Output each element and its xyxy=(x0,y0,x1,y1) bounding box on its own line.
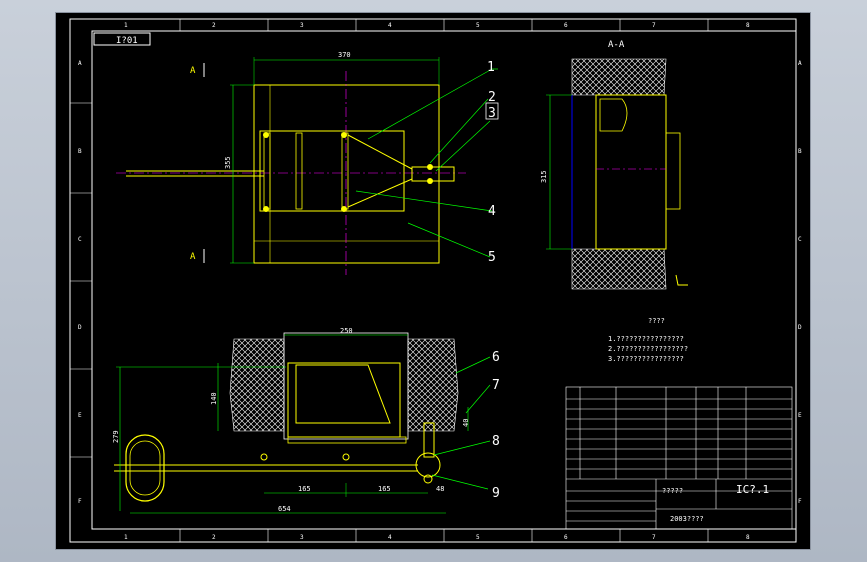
zone-b5: 5 xyxy=(476,534,480,541)
balloons-top: 1 2 3 4 5 xyxy=(485,60,499,265)
zone-f: F xyxy=(78,498,82,505)
note-3: 3.???????????????? xyxy=(608,355,684,363)
zone-b7: 7 xyxy=(652,534,656,541)
zone-b2: 2 xyxy=(212,534,216,541)
technical-notes: ???? 1.???????????????? 2.??????????????… xyxy=(608,317,688,363)
balloon-6: 6 xyxy=(492,350,500,365)
outer-border xyxy=(69,18,797,543)
dim-165-left: 165 xyxy=(298,485,311,493)
dim-140: 140 xyxy=(210,392,218,405)
title-block-text: IC?.1 2003???? ????? xyxy=(662,483,769,523)
weld-symbol xyxy=(675,274,688,286)
zone-b8: 8 xyxy=(746,534,750,541)
zone-5: 5 xyxy=(476,22,480,29)
zone-3: 3 xyxy=(300,22,304,29)
top-view: A A 370 355 xyxy=(116,51,466,275)
zone-8: 8 xyxy=(746,22,750,29)
wall-hatch-right xyxy=(407,338,459,432)
zone-rf: F xyxy=(798,498,802,505)
dim-165-right: 165 xyxy=(378,485,391,493)
zone-rd: D xyxy=(798,324,802,331)
dim-370: 370 xyxy=(338,51,351,59)
zone-2: 2 xyxy=(212,22,216,29)
bin xyxy=(287,362,401,438)
zone-rb: B xyxy=(798,148,802,155)
dim-315: 315 xyxy=(540,170,548,183)
frame-outline xyxy=(253,84,440,264)
border-grid-top xyxy=(70,19,709,542)
zone-6: 6 xyxy=(564,22,568,29)
wall-hatch-top xyxy=(571,58,667,96)
balloon-5: 5 xyxy=(488,250,496,265)
dim-355: 355 xyxy=(224,156,232,169)
duct-profile xyxy=(595,94,667,250)
wall-hatch-left xyxy=(229,338,285,432)
zone-d: D xyxy=(78,324,82,331)
balloon-4: 4 xyxy=(488,204,496,219)
dim-250: 250 xyxy=(340,327,353,335)
pull-frame xyxy=(259,130,405,212)
section-label-a-bottom: A xyxy=(190,252,196,262)
zone-7: 7 xyxy=(652,22,656,29)
balloon-9: 9 xyxy=(492,486,500,501)
note-1: 1.???????????????? xyxy=(608,335,684,343)
drawing-sheet: 1 2 3 4 5 6 7 8 1 2 3 4 5 6 7 8 A B C D … xyxy=(69,18,802,543)
section-aa-view: A-A 315 xyxy=(540,40,688,290)
note-2: 2.????????????????? xyxy=(608,345,688,353)
leaders-top xyxy=(355,68,498,258)
wall-hatch-bottom xyxy=(571,248,667,290)
balloon-8: 8 xyxy=(492,434,500,449)
notes-title: ???? xyxy=(648,317,665,325)
title-block xyxy=(565,386,793,530)
balloon-3: 3 xyxy=(488,106,496,121)
zone-b1: 1 xyxy=(124,534,128,541)
dim-40: 40 xyxy=(462,419,470,427)
zone-c: C xyxy=(78,236,82,243)
zone-e: E xyxy=(78,412,82,419)
zone-1: 1 xyxy=(124,22,128,29)
zone-b4: 4 xyxy=(388,534,392,541)
zone-ra: A xyxy=(798,60,802,67)
balloons-front: 6 7 8 9 xyxy=(492,350,500,501)
stamp-text: I?01 xyxy=(116,36,138,46)
drawing-number: IC?.1 xyxy=(736,483,769,496)
balloon-1: 1 xyxy=(487,60,495,75)
inner-border xyxy=(91,30,797,530)
dim-654: 654 xyxy=(278,505,291,513)
zone-b6: 6 xyxy=(564,534,568,541)
zone-re: E xyxy=(798,412,802,419)
front-view: 279 140 250 40 165 165 48 654 xyxy=(112,327,470,514)
zone-a: A xyxy=(78,60,82,67)
section-label-a-top: A xyxy=(190,66,196,76)
zone-b: B xyxy=(78,148,82,155)
balloon-7: 7 xyxy=(492,378,500,393)
material-text: ????? xyxy=(662,487,683,495)
handle xyxy=(125,434,165,502)
section-aa-title: A-A xyxy=(608,40,625,50)
zone-rc: C xyxy=(798,236,802,243)
zone-4: 4 xyxy=(388,22,392,29)
zone-b3: 3 xyxy=(300,534,304,541)
dim-279: 279 xyxy=(112,430,120,443)
cad-viewport[interactable]: 1 2 3 4 5 6 7 8 1 2 3 4 5 6 7 8 A B C D … xyxy=(56,13,810,549)
dim-48: 48 xyxy=(436,485,444,493)
company-text: 2003???? xyxy=(670,515,704,523)
